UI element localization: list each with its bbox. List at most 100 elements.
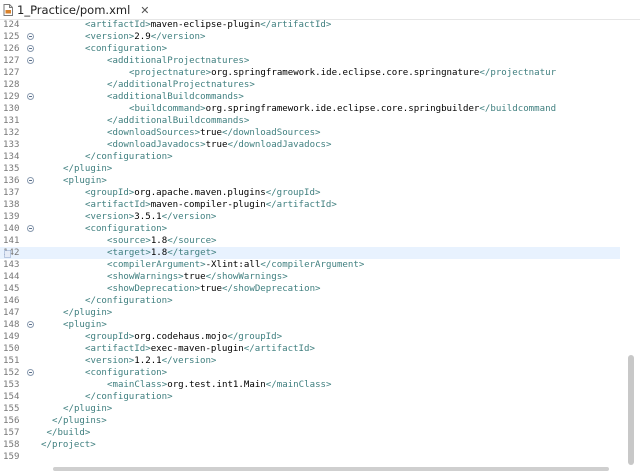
vertical-scrollbar-thumb[interactable] bbox=[628, 355, 634, 465]
line-number: 139 bbox=[3, 212, 20, 222]
code-line[interactable]: 150 <artifactId>exec-maven-plugin</artifa… bbox=[0, 343, 620, 355]
code-line[interactable]: 132 <downloadSources>true</downloadSource… bbox=[0, 127, 620, 139]
code-line[interactable]: 152 <configuration> bbox=[0, 367, 620, 379]
line-number: 137 bbox=[3, 188, 20, 198]
xml-value: true bbox=[200, 128, 222, 138]
code-text: <configuration> bbox=[85, 43, 167, 55]
horizontal-scrollbar[interactable] bbox=[41, 462, 624, 474]
editor-tab-pom-xml[interactable]: 1_Practice/pom.xml ✕ bbox=[3, 0, 150, 20]
bookmark-marker-icon bbox=[4, 243, 11, 258]
xml-value: true bbox=[200, 284, 222, 294]
line-number: 146 bbox=[3, 296, 20, 306]
fold-toggle-icon[interactable] bbox=[27, 45, 34, 52]
code-line[interactable]: 125 <version>2.9</version> bbox=[0, 31, 620, 43]
code-line[interactable]: 126 <configuration> bbox=[0, 43, 620, 55]
code-text: <projectnature>org.springframework.ide.e… bbox=[129, 67, 556, 79]
code-line[interactable]: 134 </configuration> bbox=[0, 151, 620, 163]
line-number: 132 bbox=[3, 128, 20, 138]
fold-toggle-icon[interactable] bbox=[27, 369, 34, 376]
code-area[interactable]: 124 <artifactId> maven-eclipse-plugin</art… bbox=[0, 0, 640, 474]
xml-value: 1.8 bbox=[150, 248, 168, 258]
code-line[interactable]: 140 <configuration> bbox=[0, 223, 620, 235]
fold-toggle-icon[interactable] bbox=[27, 33, 34, 40]
code-line[interactable]: 136 <plugin> bbox=[0, 175, 620, 187]
horizontal-scrollbar-thumb[interactable] bbox=[53, 467, 609, 471]
xml-tag: </artifactId> bbox=[260, 20, 332, 30]
code-line[interactable]: 124 <artifactId>maven-eclipse-plugin</art… bbox=[0, 19, 620, 31]
code-line[interactable]: 151 <version>1.2.1</version> bbox=[0, 355, 620, 367]
fold-toggle-icon[interactable] bbox=[27, 321, 34, 328]
line-number: 150 bbox=[3, 344, 20, 354]
code-line[interactable]: 149 <groupId>org.codehaus.mojo</groupId> bbox=[0, 331, 620, 343]
xml-tag: <showWarnings> bbox=[107, 272, 184, 282]
xml-tag: </buildcommand bbox=[479, 104, 557, 114]
code-line[interactable]: 153 <mainClass>org.test.int1.Main</mainCl… bbox=[0, 379, 620, 391]
close-icon[interactable]: ✕ bbox=[140, 4, 149, 17]
editor-tab-bar: 1_Practice/pom.xml ✕ bbox=[0, 0, 640, 20]
code-line[interactable]: 141 <source>1.8</source> bbox=[0, 235, 620, 247]
xml-tag: <artifactId> bbox=[85, 344, 151, 354]
fold-toggle-icon[interactable] bbox=[27, 93, 34, 100]
code-text: <plugin> bbox=[63, 175, 107, 187]
xml-tag: </configuration> bbox=[85, 392, 173, 402]
xml-tag: <showDeprecation> bbox=[107, 284, 201, 294]
code-line[interactable]: 145 <showDeprecation>true</showDeprecatio… bbox=[0, 283, 620, 295]
code-line[interactable]: 129 <additionalBuildcommands> bbox=[0, 91, 620, 103]
code-text: </additionalProjectnatures> bbox=[107, 79, 255, 91]
code-line[interactable]: 137 <groupId>org.apache.maven.plugins</gr… bbox=[0, 187, 620, 199]
code-line[interactable]: 131 </additionalBuildcommands> bbox=[0, 115, 620, 127]
line-number: 140 bbox=[3, 224, 20, 234]
code-line[interactable]: 143 <compilerArgument>-Xlint:all</compile… bbox=[0, 259, 620, 271]
xml-value: org.springframework.ide.eclipse.core.spr… bbox=[211, 68, 480, 78]
xml-value: -Xlint:all bbox=[205, 260, 261, 270]
xml-value: maven-eclipse-plugin bbox=[150, 20, 261, 30]
xml-tag: <version> bbox=[85, 212, 135, 222]
code-line[interactable]: 127 <additionalProjectnatures> bbox=[0, 55, 620, 67]
xml-tag: </source> bbox=[167, 236, 217, 246]
code-text: <source>1.8</source> bbox=[107, 235, 217, 247]
fold-toggle-icon[interactable] bbox=[27, 177, 34, 184]
code-line[interactable]: 138 <artifactId>maven-compiler-plugin</ar… bbox=[0, 199, 620, 211]
line-number: 135 bbox=[3, 164, 20, 174]
code-line[interactable]: 157 </build> bbox=[0, 427, 620, 439]
code-line[interactable]: 135 </plugin> bbox=[0, 163, 620, 175]
code-line[interactable]: 142 <target>1.8</target> bbox=[0, 247, 620, 259]
code-text: </build> bbox=[47, 427, 91, 439]
xml-tag: <source> bbox=[107, 236, 151, 246]
code-line[interactable]: 127 <projectnature>org.springframework.id… bbox=[0, 67, 620, 79]
code-line[interactable]: 147 </plugin> bbox=[0, 307, 620, 319]
xml-tag: <configuration> bbox=[85, 368, 168, 378]
xml-tag: <plugin> bbox=[63, 320, 107, 330]
code-line[interactable]: 154 </configuration> bbox=[0, 391, 620, 403]
xml-file-icon bbox=[3, 4, 13, 16]
xml-value: 3.5.1 bbox=[134, 212, 162, 222]
code-line[interactable]: 148 <plugin> bbox=[0, 319, 620, 331]
code-text: </configuration> bbox=[85, 151, 173, 163]
xml-tag: </version> bbox=[161, 212, 217, 222]
code-line[interactable]: 128 </additionalProjectnatures> bbox=[0, 79, 620, 91]
fold-toggle-icon[interactable] bbox=[27, 225, 34, 232]
fold-toggle-icon[interactable] bbox=[27, 57, 34, 64]
line-number: 125 bbox=[3, 32, 20, 42]
xml-tag: </project> bbox=[41, 440, 96, 450]
line-number: 148 bbox=[3, 320, 20, 330]
code-text: </configuration> bbox=[85, 295, 173, 307]
vertical-scrollbar[interactable] bbox=[624, 20, 640, 465]
code-line[interactable]: 133 <downloadJavadocs>true</downloadJavad… bbox=[0, 139, 620, 151]
code-line[interactable]: 144 <showWarnings>true</showWarnings> bbox=[0, 271, 620, 283]
xml-editor[interactable]: 124 <artifactId> maven-eclipse-plugin</art… bbox=[0, 0, 640, 474]
code-line[interactable]: 156 </plugins> bbox=[0, 415, 620, 427]
line-number: 124 bbox=[3, 20, 20, 30]
xml-tag: </plugin> bbox=[63, 164, 113, 174]
line-number: 126 bbox=[3, 44, 20, 54]
code-line[interactable]: 139 <version>3.5.1</version> bbox=[0, 211, 620, 223]
code-line[interactable]: 146 </configuration> bbox=[0, 295, 620, 307]
code-text: </plugin> bbox=[63, 163, 112, 175]
code-text: <downloadJavadocs>true</downloadJavadocs… bbox=[107, 139, 332, 151]
code-text: <groupId>org.apache.maven.plugins</group… bbox=[85, 187, 320, 199]
xml-tag: <configuration> bbox=[85, 224, 168, 234]
code-text: <artifactId>exec-maven-plugin</artifactI… bbox=[85, 343, 315, 355]
code-line[interactable]: 130 <buildcommand>org.springframework.ide… bbox=[0, 103, 620, 115]
code-line[interactable]: 158 </project> bbox=[0, 439, 620, 451]
code-line[interactable]: 155 </plugin> bbox=[0, 403, 620, 415]
